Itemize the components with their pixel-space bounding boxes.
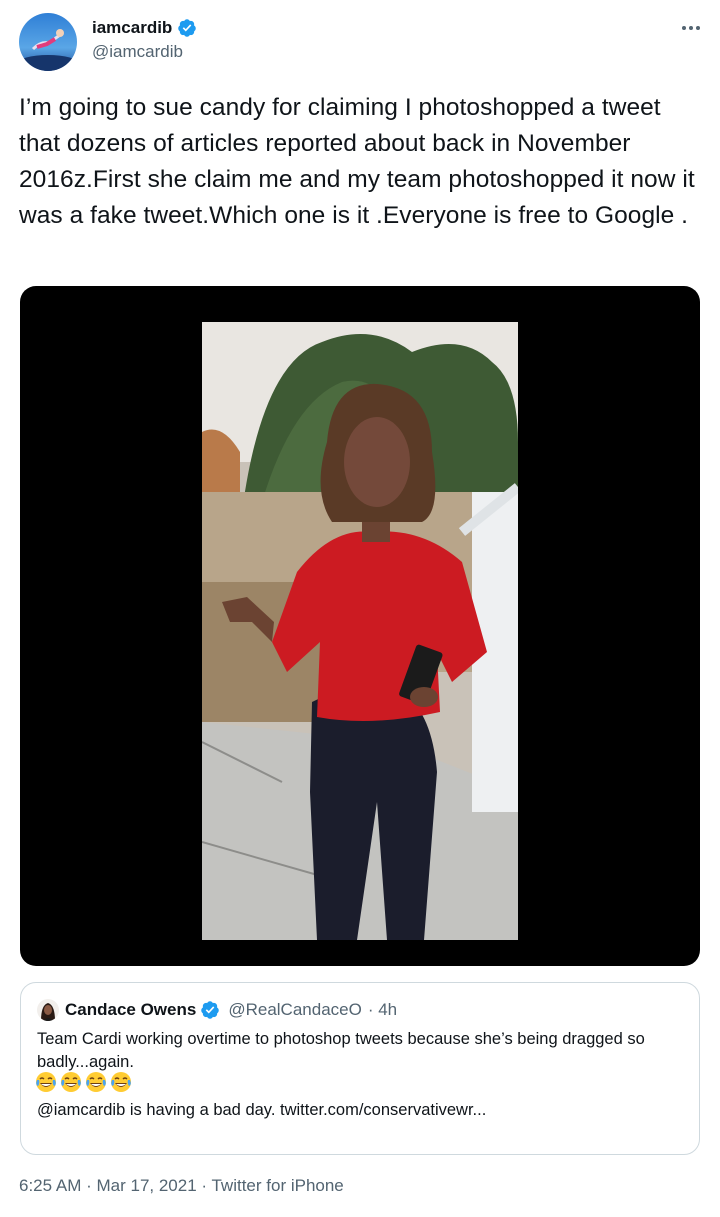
tweet-media[interactable]: [20, 286, 700, 966]
author-handle[interactable]: @iamcardib: [92, 42, 183, 62]
verified-badge-icon: [177, 18, 197, 38]
quoted-verified-badge-icon: [200, 1000, 220, 1020]
quoted-author-handle: @RealCandaceO: [228, 1000, 362, 1019]
more-options-icon[interactable]: [678, 18, 704, 38]
tears-of-joy-emoji-icon: [85, 1071, 107, 1093]
tears-of-joy-emoji-icon: [110, 1071, 132, 1093]
author-name[interactable]: iamcardib: [92, 18, 197, 38]
quoted-header: Candace Owens @RealCandaceO · 4h: [65, 1000, 397, 1020]
tears-of-joy-emoji-icon: [60, 1071, 82, 1093]
quoted-emoji-row: [35, 1071, 132, 1093]
video-thumbnail[interactable]: [202, 322, 518, 940]
quoted-link-line: @iamcardib is having a bad day. twitter.…: [37, 1101, 487, 1119]
meta-separator: ·: [196, 1176, 212, 1195]
tweet-date-link[interactable]: Mar 17, 2021: [96, 1176, 196, 1195]
author-name-text[interactable]: iamcardib: [92, 18, 172, 38]
quoted-text: Team Cardi working overtime to photoshop…: [37, 1030, 645, 1071]
author-avatar[interactable]: [19, 13, 77, 71]
quoted-tweet[interactable]: Candace Owens @RealCandaceO · 4h Team Ca…: [20, 982, 700, 1155]
tears-of-joy-emoji-icon: [35, 1071, 57, 1093]
quoted-time: · 4h: [367, 1000, 398, 1019]
tweet-time-link[interactable]: 6:25 AM: [19, 1176, 81, 1195]
tweet-meta: 6:25 AM · Mar 17, 2021 · Twitter for iPh…: [19, 1176, 344, 1196]
tweet-card: iamcardib @iamcardib I’m going to sue ca…: [0, 0, 720, 1217]
meta-separator: ·: [81, 1176, 97, 1195]
tweet-text: I’m going to sue candy for claiming I ph…: [19, 94, 695, 229]
tweet-source-link[interactable]: Twitter for iPhone: [211, 1176, 343, 1195]
quoted-author-name: Candace Owens: [65, 1000, 197, 1019]
quoted-author-avatar: [37, 999, 59, 1021]
